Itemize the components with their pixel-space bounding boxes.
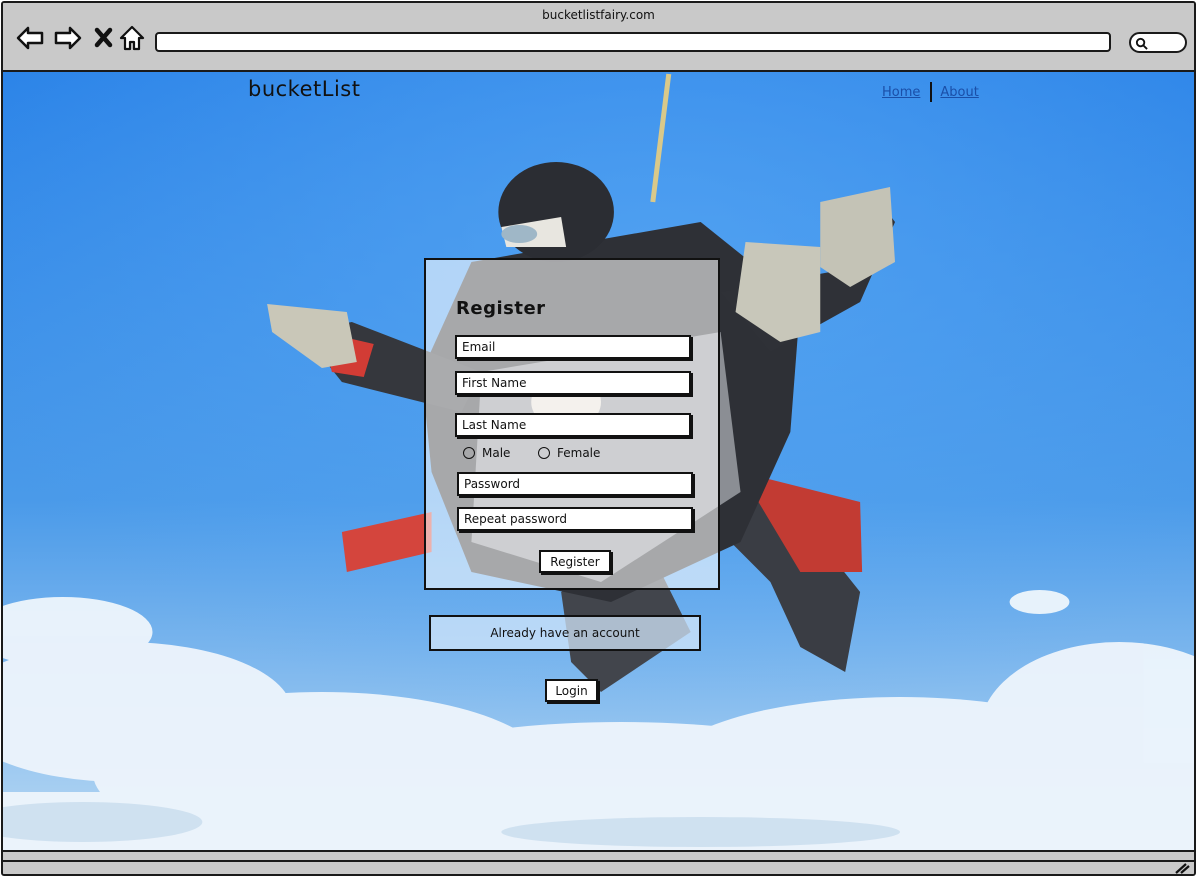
- top-navigation: Home About: [882, 82, 979, 102]
- gender-radio-male[interactable]: Male: [463, 446, 510, 460]
- nav-link-home[interactable]: Home: [882, 85, 920, 100]
- search-icon: [1135, 37, 1148, 50]
- browser-search-box[interactable]: [1129, 32, 1187, 53]
- register-heading: Register: [456, 298, 546, 319]
- first-name-field[interactable]: [455, 371, 691, 395]
- back-arrow-icon[interactable]: [15, 23, 45, 53]
- gender-label-female: Female: [557, 446, 601, 460]
- scrollbar-track: [3, 860, 1194, 862]
- page-viewport: bucketList Home About Register Male Fema…: [3, 72, 1194, 850]
- register-button[interactable]: Register: [539, 550, 611, 573]
- nav-separator: [930, 82, 933, 102]
- gender-radio-female[interactable]: Female: [538, 446, 600, 460]
- resize-grip-icon[interactable]: [1174, 862, 1190, 874]
- radio-circle-icon: [463, 447, 475, 459]
- login-button[interactable]: Login: [545, 679, 598, 702]
- page-url-title: bucketlistfairy.com: [542, 8, 655, 22]
- site-brand-logo[interactable]: bucketList: [248, 77, 360, 101]
- address-bar[interactable]: [155, 32, 1111, 52]
- already-have-account-text: Already have an account: [429, 615, 701, 651]
- last-name-field[interactable]: [455, 413, 691, 437]
- register-form: Register Male Female Register: [424, 258, 720, 590]
- nav-link-about[interactable]: About: [940, 85, 978, 100]
- browser-window: bucketlistfairy.com bucketList Home Abou…: [1, 1, 1196, 876]
- horizontal-scrollbar[interactable]: [3, 850, 1194, 874]
- email-field[interactable]: [455, 335, 691, 359]
- home-icon[interactable]: [117, 23, 147, 53]
- browser-toolbar: bucketlistfairy.com: [3, 3, 1194, 72]
- gender-label-male: Male: [482, 446, 511, 460]
- forward-arrow-icon[interactable]: [53, 23, 83, 53]
- radio-circle-icon: [538, 447, 550, 459]
- repeat-password-field[interactable]: [457, 507, 693, 531]
- password-field[interactable]: [457, 472, 693, 496]
